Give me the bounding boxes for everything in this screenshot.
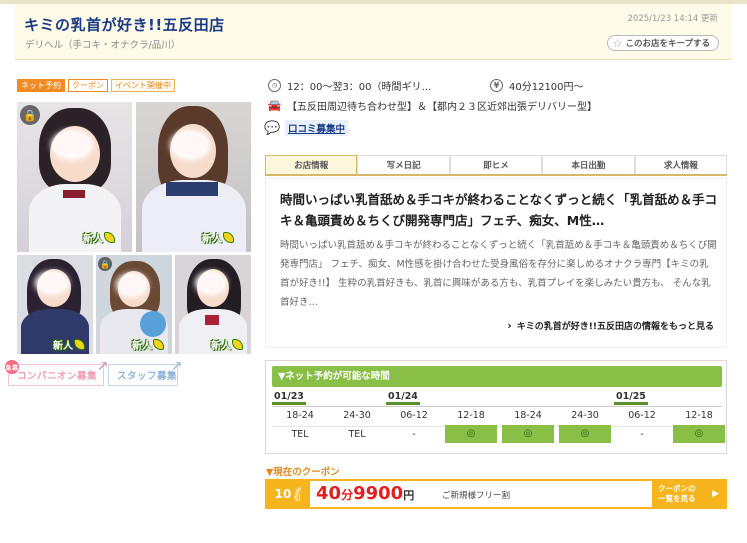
car-icon: 🚘 [267, 99, 282, 112]
new-badge: 新人 [132, 337, 164, 352]
coupon-list-button[interactable]: クーポンの 一覧を見る ▶ [652, 481, 725, 507]
companion-recruit-label: コンパニオン募集 [17, 371, 98, 382]
speech-bubble-icon: 💬 [264, 120, 281, 136]
lock-icon: 🔒 [98, 257, 112, 271]
minutes-unit: 分 [341, 488, 354, 502]
review-row: 💬 口コミ募集中 [264, 120, 349, 136]
slot-time: 24-30 [571, 410, 599, 421]
tab-recruitment[interactable]: 求人情報 [634, 155, 728, 174]
slot-status: TEL [291, 429, 309, 440]
date-label: 01/24 [386, 391, 420, 405]
star-icon: ☆ [612, 36, 623, 50]
staff-recruit-label: スタッフ募集 [117, 371, 178, 382]
arrow-icon: ↗ [170, 359, 183, 375]
coupon-section-title: ▼現在のクーポン [266, 467, 340, 478]
hours-row: ◷ 12：00〜翌3：00（時間ギリ… [268, 78, 432, 93]
slot-time: 18-24 [514, 410, 542, 421]
cast-photo[interactable]: 🔒 新人 [17, 102, 132, 252]
coupon-minutes: 40 [316, 483, 342, 504]
time-slot[interactable]: 12-18 ◎ [443, 407, 499, 443]
shop-catchphrase: 時間いっぱい乳首舐め＆手コキが終わることなくずっと続く「乳首舐め＆手コキ＆亀頭責… [280, 192, 718, 228]
tag-event[interactable]: イベント開催中 [111, 79, 175, 92]
new-badge: 新人 [211, 337, 243, 352]
base-price: 40分12100円〜 [509, 82, 584, 93]
tab-instant[interactable]: 即ヒメ [449, 155, 543, 174]
reservation-panel: ▼ネット予約が可能な時間 01/23 01/24 01/25 18-24 TEL … [265, 360, 727, 454]
slot-status: ◎ [673, 425, 725, 443]
discount-badge: 10 %引 [267, 481, 310, 507]
slot-time: 18-24 [286, 410, 314, 421]
cast-photo[interactable]: 新人 [17, 255, 93, 354]
time-slot[interactable]: 06-12 - [614, 407, 670, 445]
updated-time: 2025/1/23 14:14 更新 [627, 14, 718, 24]
triangle-right-icon: ▶ [712, 489, 719, 499]
business-hours: 12：00〜翌3：00（時間ギリ… [287, 82, 432, 93]
time-slot[interactable]: 18-24 TEL [272, 407, 328, 445]
lock-icon: 🔒 [20, 105, 40, 125]
shop-category: デリヘル（手コキ・オナクラ/品川） [25, 40, 181, 51]
yen-icon: ¥ [490, 79, 503, 92]
new-badge: 新人 [83, 230, 115, 245]
reservation-title: ▼ネット予約が可能な時間 [272, 366, 722, 387]
area-row: 🚘 【五反田周辺待ち合わせ型】＆【都内２３区近郊出張デリバリー型】 [268, 98, 597, 113]
time-slot[interactable]: 24-30 TEL [329, 407, 385, 445]
new-badge: 新人 [53, 337, 85, 352]
tab-photo-diary[interactable]: 写メ日記 [357, 155, 450, 174]
more-info-label: キミの乳首が好き!!五反田店の情報をもっと見る [516, 322, 714, 332]
keep-shop-button[interactable]: ☆ このお店をキープする [606, 35, 719, 51]
date-label: 01/25 [614, 391, 648, 405]
shop-name[interactable]: キミの乳首が好き!!五反田店 [24, 14, 225, 35]
reservation-dates: 01/23 01/24 01/25 [272, 391, 722, 405]
shop-info-panel: 時間いっぱい乳首舐め＆手コキが終わることなくずっと続く「乳首舐め＆手コキ＆亀頭責… [265, 178, 727, 348]
tab-shop-info[interactable]: お店情報 [265, 155, 358, 174]
date-label: 01/23 [272, 391, 306, 405]
service-area: 【五反田周辺待ち合わせ型】＆【都内２３区近郊出張デリバリー型】 [287, 102, 597, 113]
cast-photo-grid: 🔒 新人 新人 新人 🔒 新人 新人 [17, 102, 251, 354]
urgent-mark: 急募 [5, 360, 19, 374]
staff-recruit-banner[interactable]: スタッフ募集 ↗ [108, 359, 182, 386]
yen-unit: 円 [403, 489, 415, 502]
chevron-right-icon: › [507, 319, 512, 332]
time-slot[interactable]: 24-30 ◎ [557, 407, 613, 443]
slot-status: ◎ [559, 425, 611, 443]
coupon-amount: 9900 [353, 483, 404, 504]
tag-coupon[interactable]: クーポン [68, 79, 108, 92]
time-slot[interactable]: 18-24 ◎ [500, 407, 556, 443]
cast-photo[interactable]: 新人 [136, 102, 251, 252]
tab-today-attendance[interactable]: 本日出勤 [542, 155, 635, 174]
clock-icon: ◷ [268, 79, 281, 92]
coupon-card[interactable]: 10 %引 40分9900円 ご新規様フリー割 クーポンの 一覧を見る ▶ [265, 479, 727, 509]
slot-status: - [412, 429, 416, 440]
slot-status: ◎ [445, 425, 497, 443]
slot-status: TEL [348, 429, 366, 440]
slot-status: - [640, 429, 644, 440]
review-link[interactable]: 口コミ募集中 [285, 120, 349, 136]
shop-header: キミの乳首が好き!!五反田店 デリヘル（手コキ・オナクラ/品川） 2025/1/… [15, 4, 732, 60]
slot-time: 12-18 [685, 410, 713, 421]
keep-label: このお店をキープする [625, 39, 711, 49]
slot-time: 06-12 [400, 410, 428, 421]
coupon-note: ご新規様フリー割 [442, 491, 511, 501]
cast-photo[interactable]: 🔒 新人 [96, 255, 172, 354]
tag-list: ネット予約 クーポン イベント開催中 [17, 79, 175, 92]
time-slot[interactable]: 06-12 - [386, 407, 442, 445]
slot-status: ◎ [502, 425, 554, 443]
price-row: ¥ 40分12100円〜 [490, 78, 584, 93]
new-badge: 新人 [202, 230, 234, 245]
reservation-slots: 18-24 TEL 24-30 TEL 06-12 - 12-18 ◎ 18-24 ◎ 2… [272, 406, 725, 446]
discount-percent: 10 [274, 487, 292, 501]
more-info-link[interactable]: › キミの乳首が好き!!五反田店の情報をもっと見る [507, 319, 714, 332]
tag-net-reserve[interactable]: ネット予約 [17, 79, 65, 92]
coupon-price: 40分9900円 [316, 483, 414, 504]
shop-description: 時間いっぱい乳首舐め＆手コキが終わることなくずっと続く「乳首舐め＆手コキ＆亀頭責… [280, 240, 717, 308]
slot-time: 06-12 [628, 410, 656, 421]
cast-photo[interactable]: 新人 [175, 255, 251, 354]
info-tabs: お店情報 写メ日記 即ヒメ 本日出勤 求人情報 [265, 155, 728, 176]
discount-unit: %引 [293, 486, 302, 501]
slot-time: 12-18 [457, 410, 485, 421]
companion-recruit-banner[interactable]: 急募 コンパニオン募集 ↗ [5, 359, 108, 386]
time-slot[interactable]: 12-18 ◎ [671, 407, 727, 443]
slot-time: 24-30 [343, 410, 371, 421]
